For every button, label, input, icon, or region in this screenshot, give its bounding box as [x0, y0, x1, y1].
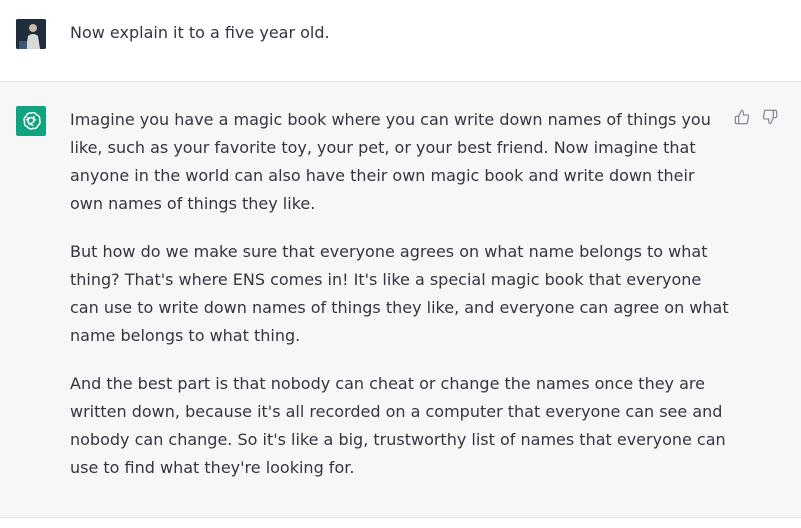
user-message-text: Now explain it to a five year old.	[70, 23, 330, 42]
answer-paragraph-3: And the best part is that nobody can che…	[70, 374, 726, 477]
openai-logo-icon	[16, 106, 46, 136]
thumbs-up-button[interactable]	[733, 108, 751, 126]
feedback-controls	[733, 108, 779, 126]
assistant-message-text: Imagine you have a magic book where you …	[70, 106, 730, 502]
user-avatar	[16, 19, 46, 49]
thumbs-down-icon	[762, 109, 778, 125]
assistant-message-row: Imagine you have a magic book where you …	[0, 82, 801, 518]
answer-paragraph-1: Imagine you have a magic book where you …	[70, 110, 711, 213]
thumbs-up-icon	[734, 109, 750, 125]
user-message-row: Now explain it to a five year old.	[0, 0, 801, 82]
answer-paragraph-2: But how do we make sure that everyone ag…	[70, 242, 729, 345]
thumbs-down-button[interactable]	[761, 108, 779, 126]
